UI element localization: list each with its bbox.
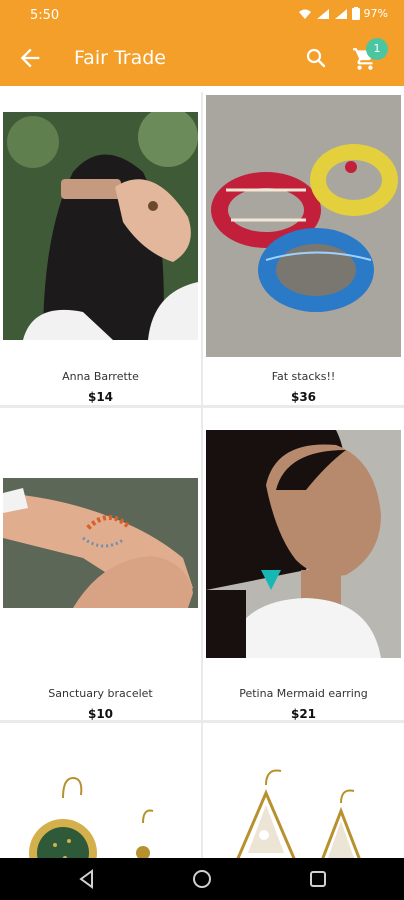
back-arrow-icon[interactable]	[16, 44, 44, 72]
home-circle-icon[interactable]	[191, 868, 213, 890]
status-time: 5:50	[30, 8, 60, 23]
product-price: $36	[290, 390, 317, 404]
product-card[interactable]	[0, 723, 201, 858]
product-image[interactable]	[206, 430, 401, 658]
status-bar: 5:50 97%	[0, 0, 404, 30]
product-name: Anna Barrette	[62, 370, 139, 383]
product-image[interactable]	[3, 478, 198, 608]
product-card[interactable]: Sanctuary bracelet $10	[0, 408, 201, 721]
product-card[interactable]: Fat stacks!! $36	[203, 92, 404, 405]
app-bar: Fair Trade 1	[0, 30, 404, 86]
system-nav-bar	[0, 858, 404, 900]
product-image[interactable]	[3, 112, 198, 340]
product-image[interactable]	[206, 723, 401, 858]
status-icons: 97%	[298, 7, 388, 20]
battery-icon	[351, 7, 360, 20]
product-card[interactable]: Anna Barrette $14	[0, 92, 201, 405]
signal-icon-2	[334, 8, 347, 19]
product-price: $10	[87, 707, 114, 721]
wifi-icon	[298, 9, 311, 19]
product-card[interactable]: Petina Mermaid earring $21	[203, 408, 404, 721]
product-card[interactable]	[203, 723, 404, 858]
product-grid: Anna Barrette $14 Fat stacks!! $36 Sanct…	[0, 92, 404, 858]
product-image[interactable]	[3, 723, 198, 858]
cart-count-badge: 1	[366, 38, 388, 60]
product-name: Sanctuary bracelet	[48, 687, 153, 700]
search-icon[interactable]	[304, 46, 328, 70]
page-title: Fair Trade	[74, 47, 166, 69]
battery-level: 97%	[363, 7, 388, 20]
product-name: Petina Mermaid earring	[239, 687, 368, 700]
product-price: $14	[87, 390, 114, 404]
product-price: $21	[290, 707, 317, 721]
signal-icon	[316, 8, 329, 19]
back-triangle-icon[interactable]	[76, 868, 98, 890]
product-name: Fat stacks!!	[271, 370, 336, 383]
product-image[interactable]	[206, 95, 401, 357]
recents-square-icon[interactable]	[307, 868, 329, 890]
